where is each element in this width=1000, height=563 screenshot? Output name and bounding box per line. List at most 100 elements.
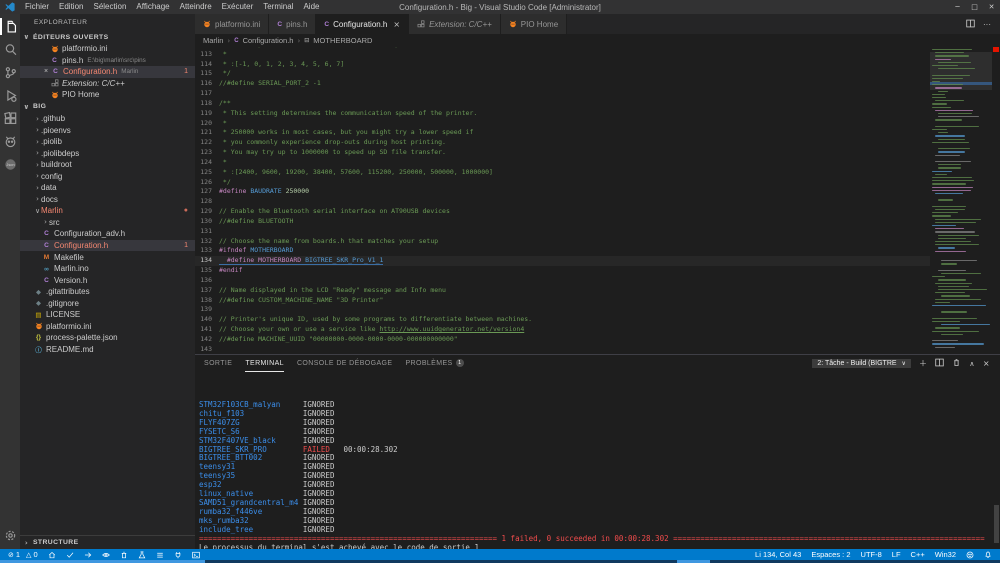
open-editors-header[interactable]: ∨ ÉDITEURS OUVERTS (20, 31, 195, 43)
panel-tab-sortie[interactable]: SORTIE (204, 355, 232, 372)
pio-clean-icon[interactable] (120, 551, 128, 559)
terminal-selector[interactable]: 2: Tâche - Build (BIGTRE ∨ (812, 359, 911, 368)
close-icon[interactable]: × (393, 20, 400, 29)
status-espaces-2[interactable]: Espaces : 2 (811, 550, 850, 559)
tree-item-marlin[interactable]: ∨Marlin● (20, 205, 195, 217)
split-editor-icon[interactable] (966, 19, 975, 30)
tree-item-readme-md[interactable]: ⓘREADME.md (20, 344, 195, 356)
notifications-bell-icon[interactable] (984, 551, 992, 559)
tree-item--piolib[interactable]: ›.piolib (20, 136, 195, 148)
tree-item-data[interactable]: ›data (20, 182, 195, 194)
new-terminal-icon[interactable]: ＋ (919, 358, 927, 369)
tree-item-marlin-ino[interactable]: ∞Marlin.ino (20, 263, 195, 275)
tree-item-buildroot[interactable]: ›buildroot (20, 159, 195, 171)
close-panel-icon[interactable]: × (983, 359, 990, 368)
git-file-icon: ◆ (34, 299, 43, 307)
breadcrumb-item[interactable]: MOTHERBOARD (313, 36, 372, 45)
problems-status[interactable]: ⊘1△0 (8, 550, 38, 559)
project-header[interactable]: ∨ BIG (20, 101, 195, 113)
panel-tab-probl-mes[interactable]: PROBLÈMES1 (405, 355, 463, 372)
more-actions-icon[interactable]: ··· (983, 20, 991, 29)
tree-item-license[interactable]: ▤LICENSE (20, 309, 195, 321)
pio-eye-icon[interactable] (102, 551, 110, 559)
tree-item--pioenvs[interactable]: ›.pioenvs (20, 124, 195, 136)
tree-item--gitattributes[interactable]: ◆.gitattributes (20, 286, 195, 298)
open-editor-item[interactable]: Cpins.hE:\big\marlin\src\pins (20, 55, 195, 67)
tab-platformio-ini[interactable]: platformio.ini (195, 14, 269, 34)
tree-item-process-palette-json[interactable]: {}process-palette.json (20, 332, 195, 344)
gear-icon[interactable] (0, 524, 20, 547)
tree-item-platformio-ini[interactable]: platformio.ini (20, 321, 195, 333)
tree-item--github[interactable]: ›.github (20, 113, 195, 125)
open-editor-item[interactable]: platformio.ini (20, 43, 195, 55)
close-button[interactable]: ✕ (983, 3, 1000, 11)
menu-atteindre[interactable]: Atteindre (175, 0, 217, 14)
kill-terminal-icon[interactable] (952, 358, 961, 369)
status-li-134-col-43[interactable]: Li 134, Col 43 (755, 550, 801, 559)
panel-tab-terminal[interactable]: TERMINAL (245, 355, 284, 372)
tree-item--gitignore[interactable]: ◆.gitignore (20, 297, 195, 309)
tree-item--piolibdeps[interactable]: ›.piolibdeps (20, 147, 195, 159)
code-line-124: 124 * (195, 158, 930, 168)
terminal-output[interactable]: STM32F103CB_malyan IGNOREDchitu_f103 IGN… (195, 372, 1000, 549)
status-lf[interactable]: LF (892, 550, 901, 559)
tab-configuration-h[interactable]: CConfiguration.h× (316, 14, 409, 34)
menu-aide[interactable]: Aide (298, 0, 324, 14)
tree-item-config[interactable]: ›config (20, 170, 195, 182)
open-editor-item[interactable]: PIO Home (20, 89, 195, 101)
tab-pio-home[interactable]: PIO Home (501, 14, 567, 34)
terminal-scrollbar[interactable] (994, 505, 999, 543)
open-editor-item[interactable]: ×CConfiguration.hMarlin1 (20, 66, 195, 78)
close-icon[interactable]: × (42, 68, 50, 75)
maximize-button[interactable]: □ (966, 3, 983, 11)
extensions-icon[interactable] (0, 107, 20, 130)
problem-badge: 1 (184, 242, 188, 249)
menu-edition[interactable]: Edition (54, 0, 88, 14)
structure-header[interactable]: › STRUCTURE (20, 535, 195, 549)
code-line-138: 138//#define CUSTOM_MACHINE_NAME "3D Pri… (195, 296, 930, 306)
tree-item-version-h[interactable]: CVersion.h (20, 274, 195, 286)
menu-terminal[interactable]: Terminal (258, 0, 298, 14)
split-terminal-icon[interactable] (935, 358, 944, 369)
menu-sélection[interactable]: Sélection (88, 0, 131, 14)
code-line-129: 129// Enable the Bluetooth serial interf… (195, 207, 930, 217)
tree-item-configuration-adv-h[interactable]: CConfiguration_adv.h (20, 228, 195, 240)
tree-item-src[interactable]: ›src (20, 217, 195, 229)
tree-item-makefile[interactable]: MMakefile (20, 251, 195, 263)
breadcrumb-item[interactable]: Configuration.h (243, 36, 294, 45)
menu-exécuter[interactable]: Exécuter (217, 0, 259, 14)
pio-monitor-icon[interactable] (174, 551, 182, 559)
status-c++[interactable]: C++ (911, 550, 925, 559)
line-text: * :[-1, 0, 1, 2, 3, 4, 5, 6, 7] (212, 60, 344, 70)
status-utf-8[interactable]: UTF-8 (861, 550, 882, 559)
pio-tasks-icon[interactable] (156, 551, 164, 559)
debug-icon[interactable] (0, 84, 20, 107)
menu-fichier[interactable]: Fichier (20, 0, 54, 14)
avatar-icon[interactable]: Json (0, 153, 20, 176)
search-icon[interactable] (0, 38, 20, 61)
files-icon[interactable] (0, 15, 20, 38)
pio-test-icon[interactable] (138, 551, 146, 559)
minimap-line (935, 126, 979, 127)
tab-pins-h[interactable]: Cpins.h (269, 14, 316, 34)
maximize-panel-icon[interactable]: ∧ (969, 360, 975, 368)
code-content[interactable]: 112 * Serial port -1 is the USB emulated… (195, 47, 930, 354)
tree-item-docs[interactable]: ›docs (20, 194, 195, 206)
open-editor-item[interactable]: Extension: C/C++ (20, 78, 195, 90)
scm-icon[interactable] (0, 61, 20, 84)
minimap[interactable] (930, 47, 992, 354)
pio-upload-icon[interactable] (84, 551, 92, 559)
pio-terminal-icon[interactable] (192, 551, 200, 559)
breadcrumb[interactable]: Marlin›CConfiguration.h›⊟MOTHERBOARD (195, 34, 1000, 47)
breadcrumb-item[interactable]: Marlin (203, 36, 223, 45)
pio-home-icon[interactable] (48, 551, 56, 559)
menu-affichage[interactable]: Affichage (131, 0, 174, 14)
tab-extension-c-c-[interactable]: Extension: C/C++ (409, 14, 501, 34)
pio-build-icon[interactable] (66, 551, 74, 559)
panel-tab-console-de-d-bogage[interactable]: CONSOLE DE DÉBOGAGE (297, 355, 393, 372)
pio-icon[interactable] (0, 130, 20, 153)
feedback-smiley-icon[interactable] (966, 551, 974, 559)
minimize-button[interactable]: ─ (949, 3, 966, 11)
tree-item-configuration-h[interactable]: CConfiguration.h1 (20, 240, 195, 252)
status-win32[interactable]: Win32 (935, 550, 956, 559)
